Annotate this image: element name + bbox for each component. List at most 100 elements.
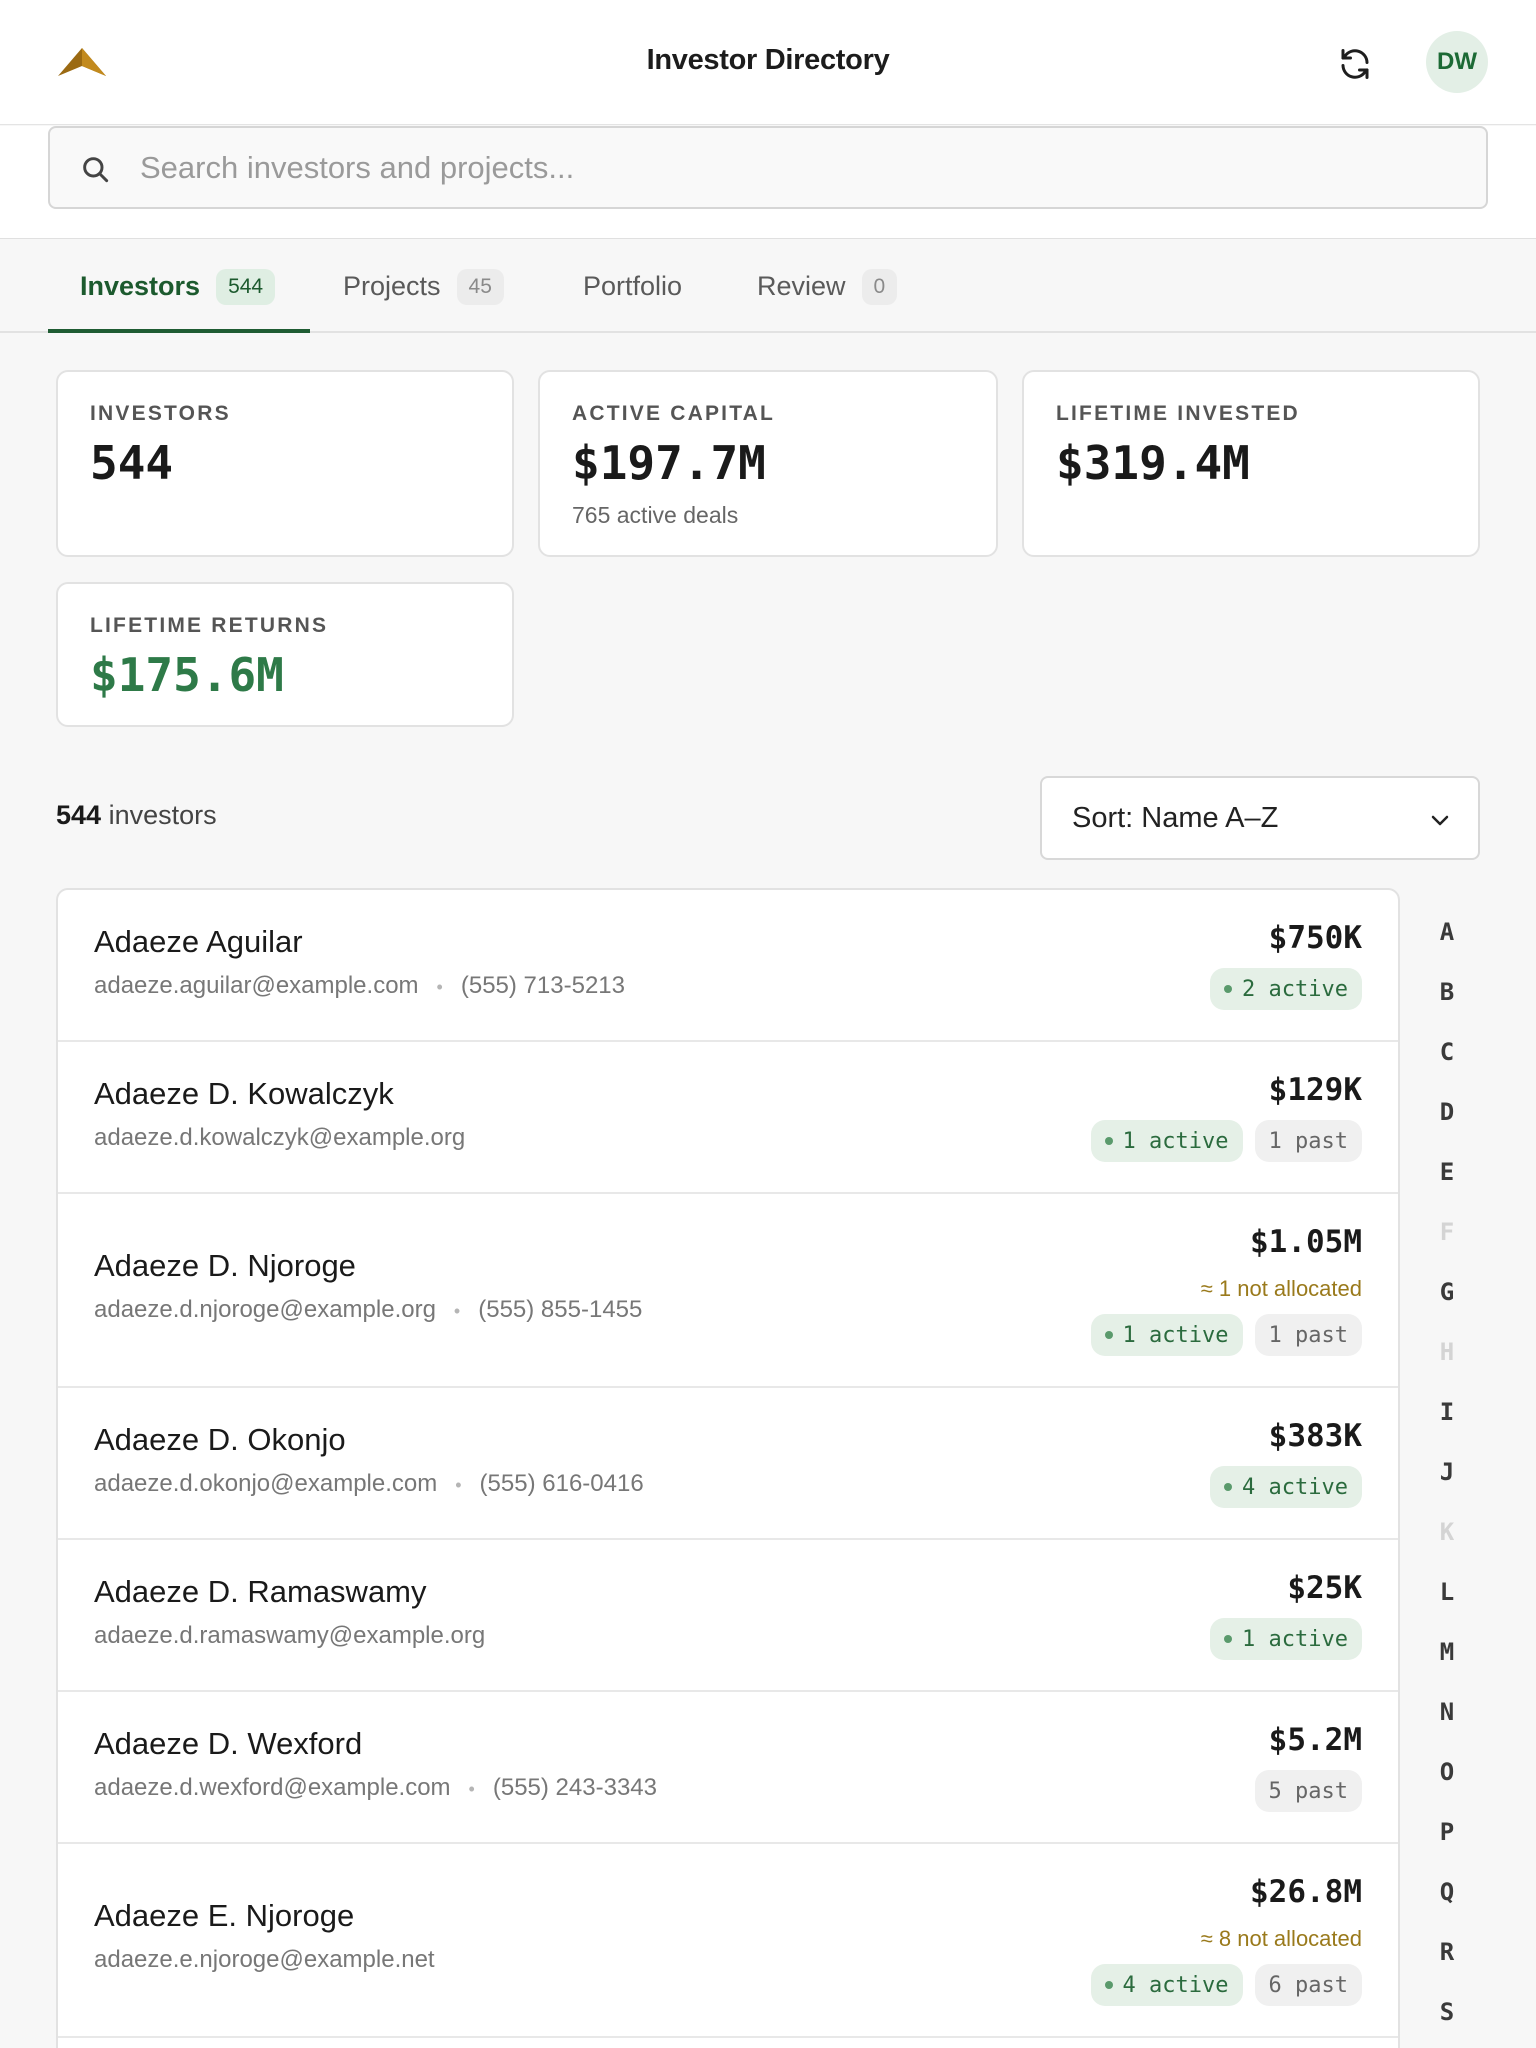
tab-count-badge: 544 (216, 268, 276, 305)
alpha-index-p[interactable]: P (1432, 1802, 1462, 1862)
stat-label: INVESTORS (90, 402, 231, 425)
alpha-index-r[interactable]: R (1432, 1922, 1462, 1982)
tab-portfolio[interactable]: Portfolio (583, 240, 682, 333)
page-title: Investor Directory (646, 44, 890, 76)
alpha-index-h: H (1439, 1338, 1455, 1366)
separator-dot: • (455, 1475, 462, 1495)
alpha-index-j[interactable]: J (1432, 1442, 1462, 1502)
stat-value: 544 (90, 436, 174, 490)
past-deals-badge: 6 past (1254, 1964, 1362, 2006)
investor-row[interactable]: Adaeze D. Ramaswamy adaeze.d.ramaswamy@e… (58, 1540, 1398, 1692)
deal-badges: 5 past (1254, 1770, 1362, 1812)
investor-email[interactable]: adaeze.e.njoroge@example.net (94, 1946, 435, 1973)
investor-phone[interactable]: (555) 616-0416 (480, 1470, 644, 1497)
investor-amount: $383K (1268, 1418, 1362, 1454)
deal-badges: 1 active 1 past (1090, 1314, 1362, 1356)
tab-investors[interactable]: Investors 544 (80, 240, 276, 333)
tab-projects[interactable]: Projects 45 (343, 240, 504, 333)
tab-count-badge: 45 (456, 268, 504, 305)
search-icon (83, 157, 109, 183)
investor-row[interactable]: Adaeze D. Njoroge adaeze.d.njoroge@examp… (58, 1194, 1398, 1388)
tab-bar: Investors 544 Projects 45 Portfolio Revi… (0, 240, 1536, 333)
investor-row[interactable]: Adaeze Aguilar adaeze.aguilar@example.co… (58, 890, 1398, 1042)
search-section (0, 126, 1536, 239)
investor-phone[interactable]: (555) 713-5213 (461, 972, 625, 999)
tab-label: Review (757, 271, 846, 301)
investor-email[interactable]: adaeze.d.kowalczyk@example.org (94, 1124, 465, 1151)
tab-review[interactable]: Review 0 (757, 240, 898, 333)
search-box[interactable] (48, 126, 1488, 209)
alpha-index-o[interactable]: O (1432, 1742, 1462, 1802)
alpha-index-d[interactable]: D (1432, 1082, 1462, 1142)
alpha-index-i[interactable]: I (1432, 1382, 1462, 1442)
unallocated-note: ≈ 1 not allocated (1200, 1276, 1362, 1301)
active-deals-badge: 1 active (1090, 1120, 1243, 1162)
stat-subtext: 765 active deals (572, 502, 739, 528)
investor-name: Adaeze Aguilar (94, 924, 303, 959)
alpha-index-n[interactable]: N (1432, 1682, 1462, 1742)
alpha-index-l[interactable]: L (1432, 1562, 1462, 1622)
chevron-down-icon (1431, 815, 1449, 826)
investor-email[interactable]: adaeze.d.okonjo@example.com (94, 1470, 437, 1497)
deal-badges: 1 active (1210, 1618, 1362, 1660)
tab-label: Projects (343, 271, 441, 301)
investor-email[interactable]: adaeze.d.wexford@example.com (94, 1774, 451, 1801)
investor-name: Adaeze E. Njoroge (94, 1898, 355, 1933)
past-deals-badge: 1 past (1254, 1314, 1362, 1356)
alpha-index-e[interactable]: E (1432, 1142, 1462, 1202)
investor-contact: adaeze.d.okonjo@example.com • (555) 616-04… (94, 1470, 644, 1498)
investor-contact: adaeze.e.njoroge@example.net (94, 1946, 435, 1974)
investor-row[interactable]: Adaeze D. Wexford adaeze.d.wexford@examp… (58, 1692, 1398, 1844)
investor-list: Adaeze Aguilar adaeze.aguilar@example.co… (56, 888, 1400, 2048)
user-avatar[interactable]: DW (1426, 31, 1488, 93)
search-input[interactable] (140, 138, 1460, 198)
investor-phone[interactable]: (555) 855-1455 (478, 1296, 642, 1323)
investor-email[interactable]: adaeze.aguilar@example.com (94, 972, 419, 999)
investor-contact: adaeze.aguilar@example.com • (555) 713-521… (94, 972, 625, 1000)
investor-row[interactable]: Adaeze D. Kowalczyk adaeze.d.kowalczyk@e… (58, 1042, 1398, 1194)
alpha-index-c[interactable]: C (1432, 1022, 1462, 1082)
alpha-index-a[interactable]: A (1432, 902, 1462, 962)
separator-dot: • (468, 1779, 475, 1799)
deal-badges: 4 active (1210, 1466, 1362, 1508)
alpha-index-q[interactable]: Q (1432, 1862, 1462, 1922)
active-tab-indicator (48, 329, 310, 333)
stat-card-lifetime-returns: LIFETIME RETURNS $175.6M (56, 582, 514, 727)
top-bar: Investor Directory DW (0, 0, 1536, 125)
investor-name: Adaeze D. Ramaswamy (94, 1574, 427, 1609)
investor-amount: $25K (1287, 1570, 1362, 1606)
investor-email[interactable]: adaeze.d.njoroge@example.org (94, 1296, 436, 1323)
active-deals-badge: 2 active (1210, 968, 1362, 1010)
active-deals-badge: 4 active (1210, 1466, 1362, 1508)
tab-label: Investors (80, 271, 201, 301)
stat-value: $175.6M (90, 648, 284, 702)
investor-row[interactable]: Adaeze E. Njoroge adaeze.e.njoroge@examp… (58, 1844, 1398, 2038)
investor-amount: $5.2M (1268, 1722, 1362, 1758)
stat-card-active-capital: ACTIVE CAPITAL $197.7M 765 active deals (538, 370, 998, 557)
investor-contact: adaeze.d.ramaswamy@example.org (94, 1622, 485, 1650)
investor-amount: $129K (1268, 1072, 1362, 1108)
stat-label: ACTIVE CAPITAL (572, 402, 776, 425)
tab-count-badge: 0 (861, 268, 898, 305)
alpha-index-s[interactable]: S (1432, 1982, 1462, 2042)
stat-label: LIFETIME RETURNS (90, 614, 329, 637)
investor-phone[interactable]: (555) 243-3343 (493, 1774, 657, 1801)
investor-name: Adaeze D. Wexford (94, 1726, 363, 1761)
alpha-index-g[interactable]: G (1432, 1262, 1462, 1322)
unallocated-note: ≈ 8 not allocated (1200, 1926, 1362, 1951)
alpha-index-k: K (1439, 1518, 1455, 1546)
investor-name: Adaeze D. Njoroge (94, 1248, 356, 1283)
alpha-index-m[interactable]: M (1432, 1622, 1462, 1682)
investor-contact: adaeze.d.njoroge@example.org • (555) 855-1… (94, 1296, 642, 1324)
refresh-icon (1341, 49, 1369, 79)
refresh-button[interactable] (1330, 42, 1380, 86)
sort-dropdown[interactable]: Sort: Name A–Z (1040, 776, 1480, 860)
separator-dot: • (436, 977, 443, 997)
investor-count-number: 544 (56, 800, 102, 830)
investor-email[interactable]: adaeze.d.ramaswamy@example.org (94, 1622, 485, 1649)
stat-value: $197.7M (572, 436, 766, 490)
investor-name: Adaeze D. Kowalczyk (94, 1076, 394, 1111)
deal-badges: 4 active 6 past (1090, 1964, 1362, 2006)
investor-row[interactable]: Adaeze D. Okonjo adaeze.d.okonjo@example… (58, 1388, 1398, 1540)
alpha-index-b[interactable]: B (1432, 962, 1462, 1022)
